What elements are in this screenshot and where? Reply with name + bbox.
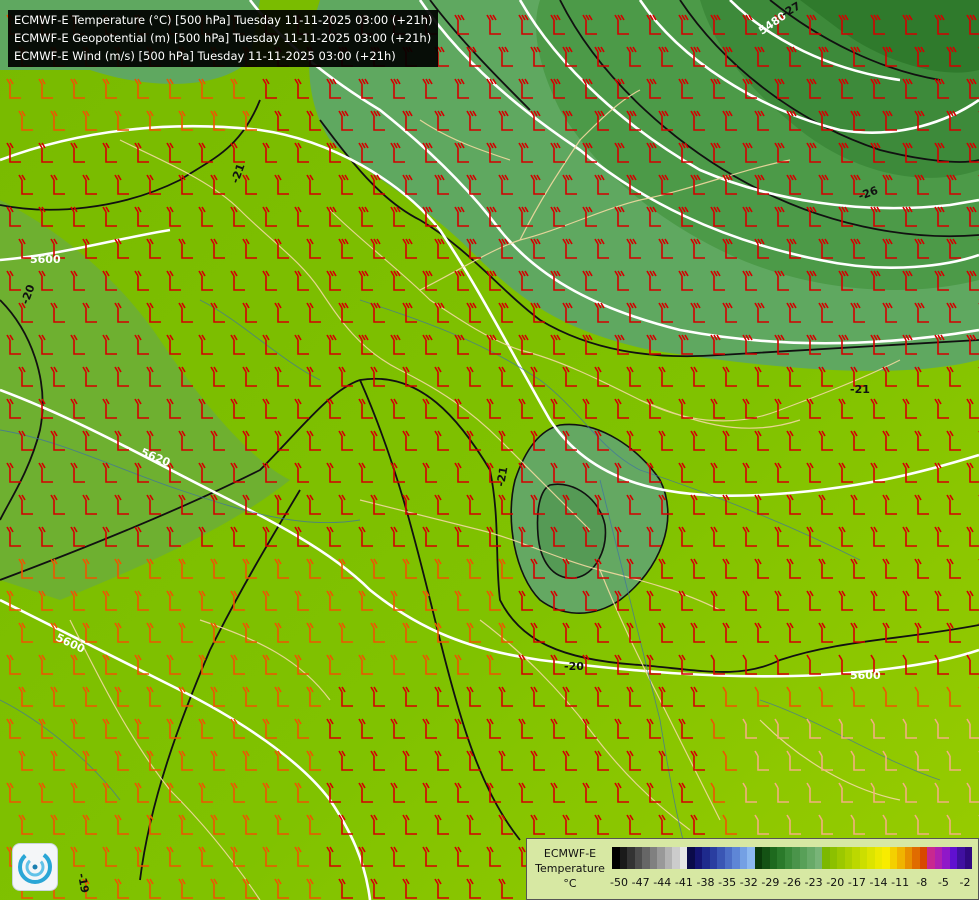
colorbar-swatch: [814, 847, 822, 869]
weather-map: 5600 5620 5600 5600 5480 -20 -21 -21 -20…: [0, 0, 979, 900]
colorbar-tick-label: -50: [610, 876, 628, 889]
colorbar-swatch: [822, 847, 830, 869]
colorbar-swatch: [934, 847, 942, 869]
colorbar-swatch: [649, 847, 657, 869]
colorbar-swatches: [612, 847, 972, 869]
colorbar-swatch: [702, 847, 710, 869]
colorbar-swatch: [919, 847, 927, 869]
colorbar-title: ECMWF-E Temperature °C: [535, 847, 605, 890]
legend-geopotential: ECMWF-E Geopotential (m) [500 hPa] Tuesd…: [14, 31, 432, 45]
colorbar-swatch: [807, 847, 815, 869]
colorbar-swatch: [874, 847, 882, 869]
colorbar-swatch: [687, 847, 695, 869]
colorbar-swatch: [694, 847, 702, 869]
colorbar-swatch: [627, 847, 635, 869]
geopotential-label: 5600: [850, 669, 881, 682]
colorbar-tick-label: -26: [783, 876, 801, 889]
colorbar-tick-label: -11: [891, 876, 910, 889]
colorbar-swatch: [769, 847, 777, 869]
colorbar-swatch: [882, 847, 890, 869]
colorbar-swatch: [619, 847, 627, 869]
colorbar-tick-label: -47: [631, 876, 650, 889]
colorbar-swatch: [904, 847, 912, 869]
colorbar-swatch: [829, 847, 837, 869]
colorbar-tick-label: -14: [869, 876, 888, 889]
colorbar-swatch: [889, 847, 897, 869]
colorbar-tick-label: -35: [718, 876, 737, 889]
map-legend: ECMWF-E Temperature (°C) [500 hPa] Tuesd…: [8, 10, 439, 67]
colorbar-tick-label: -23: [804, 876, 823, 889]
colorbar-swatch: [844, 847, 852, 869]
colorbar-tick-label: -44: [653, 876, 672, 889]
colorbar-swatch: [792, 847, 800, 869]
colorbar-tick-label: -2: [959, 876, 971, 889]
temperature-colorbar: ECMWF-E Temperature °C -50 -47 -44 -41 -38 -3…: [526, 838, 979, 900]
colorbar-tick-label: -32: [739, 876, 758, 889]
colorbar-swatch: [732, 847, 740, 869]
ecmwf-logo-icon: [12, 843, 58, 891]
colorbar-swatch: [739, 847, 747, 869]
colorbar-tick-label: -29: [761, 876, 780, 889]
geopotential-label: 5600: [30, 253, 61, 266]
colorbar-swatch: [859, 847, 867, 869]
colorbar-tick-label: -5: [937, 876, 949, 889]
colorbar-swatch: [709, 847, 717, 869]
legend-temperature: ECMWF-E Temperature (°C) [500 hPa] Tuesd…: [14, 13, 433, 27]
colorbar-tick-label: -41: [674, 876, 693, 889]
colorbar-swatch: [679, 847, 687, 869]
legend-wind: ECMWF-E Wind (m/s) [500 hPa] Tuesday 11-…: [14, 49, 396, 63]
colorbar-swatch: [897, 847, 905, 869]
colorbar-ticks: -50 -47 -44 -41 -38 -35 -32 -29 -26 -23 -20 -17 -14-…: [610, 876, 972, 890]
colorbar-swatch: [672, 847, 680, 869]
colorbar-swatch: [784, 847, 792, 869]
colorbar-swatch: [777, 847, 785, 869]
colorbar-swatch: [852, 847, 860, 869]
colorbar-swatch: [942, 847, 950, 869]
colorbar-swatch: [927, 847, 935, 869]
colorbar-swatch: [612, 847, 620, 869]
colorbar-swatch: [754, 847, 762, 869]
colorbar-swatch: [747, 847, 755, 869]
colorbar-swatch: [717, 847, 725, 869]
colorbar-swatch: [949, 847, 957, 869]
colorbar-swatch: [957, 847, 965, 869]
colorbar-swatch: [837, 847, 845, 869]
temperature-label: -21: [850, 383, 870, 396]
colorbar-swatch: [634, 847, 642, 869]
colorbar-swatch: [867, 847, 875, 869]
colorbar-swatch: [642, 847, 650, 869]
colorbar-swatch: [657, 847, 665, 869]
colorbar-swatch: [664, 847, 672, 869]
colorbar-swatch: [799, 847, 807, 869]
colorbar-tick-label: -20: [826, 876, 845, 889]
colorbar-swatch: [912, 847, 920, 869]
colorbar-tick-label: -17: [847, 876, 866, 889]
colorbar-tick-label: -38: [696, 876, 715, 889]
temperature-label: -20: [564, 660, 584, 673]
colorbar-tick-label: -8: [916, 876, 928, 889]
colorbar-swatch: [964, 847, 972, 869]
colorbar-swatch: [724, 847, 732, 869]
colorbar-swatch: [762, 847, 770, 869]
